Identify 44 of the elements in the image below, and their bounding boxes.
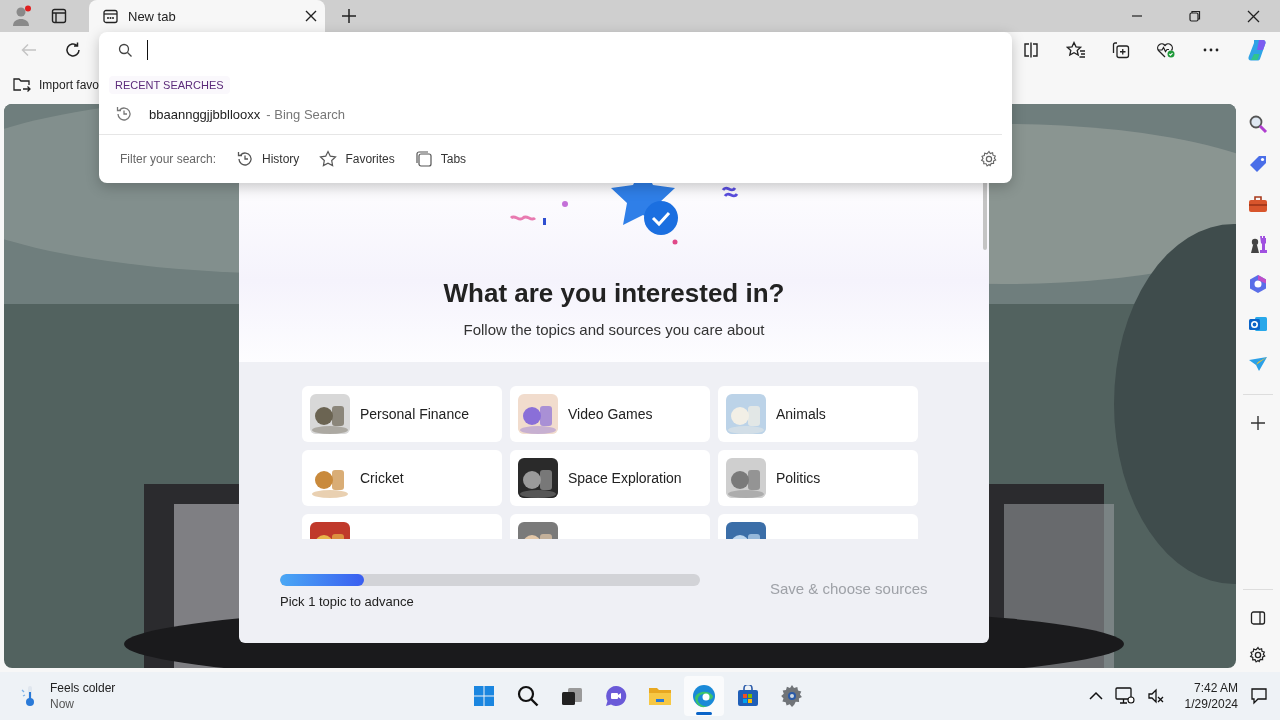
restore-icon[interactable]	[1189, 10, 1201, 22]
store-icon	[737, 685, 759, 707]
tab-title: New tab	[128, 8, 177, 24]
network-icon[interactable]	[1114, 687, 1135, 705]
settings-gear-icon	[780, 684, 804, 708]
search-icon	[517, 685, 539, 707]
favorites-icon[interactable]	[1066, 41, 1086, 59]
refresh-icon[interactable]	[64, 41, 82, 59]
task-view-icon	[561, 685, 583, 707]
office-icon[interactable]	[1248, 274, 1268, 294]
chat-icon	[605, 685, 627, 707]
outlook-icon[interactable]	[1248, 314, 1268, 334]
notification-icon[interactable]	[1250, 687, 1268, 705]
new-tab-icon	[103, 8, 118, 24]
search-icon[interactable]	[1248, 114, 1268, 134]
new-tab-plus-icon[interactable]	[341, 8, 357, 24]
collections-icon[interactable]	[1112, 41, 1130, 59]
volume-muted-icon[interactable]	[1146, 687, 1165, 705]
chess-pieces-icon[interactable]	[1248, 234, 1268, 254]
clock-time: 7:42 AM	[1193, 680, 1238, 696]
sidebar-toggle-icon[interactable]	[1250, 610, 1266, 626]
close-tab-icon[interactable]	[305, 10, 317, 22]
close-window-icon[interactable]	[1247, 9, 1260, 23]
toolbox-icon[interactable]	[1248, 194, 1268, 214]
settings-icon[interactable]	[1249, 646, 1267, 664]
recent-searches-heading: RECENT SEARCHES	[109, 76, 230, 94]
split-screen-icon[interactable]	[1022, 41, 1040, 59]
chevron-up-icon[interactable]	[1088, 691, 1103, 701]
import-folder-icon[interactable]	[13, 77, 31, 93]
import-favorites-link[interactable]: Import favo	[39, 78, 100, 92]
folder-icon	[648, 685, 672, 707]
add-icon[interactable]	[1250, 415, 1266, 431]
browser-essentials-icon[interactable]	[1156, 41, 1176, 59]
browser-tab[interactable]: New tab	[89, 0, 325, 32]
tag-icon[interactable]	[1248, 154, 1268, 174]
weather-title[interactable]: Feels colder	[50, 680, 116, 696]
clock-date: 1/29/2024	[1184, 696, 1238, 712]
windows-logo-icon	[473, 685, 495, 707]
tab-actions-icon[interactable]	[51, 8, 67, 24]
edge-browser-icon	[692, 684, 716, 708]
search-icon	[118, 42, 133, 58]
weather-time: Now	[50, 696, 75, 712]
profile-icon[interactable]	[11, 5, 33, 27]
clock[interactable]: 7:42 AM 1/29/2024	[1184, 680, 1238, 712]
